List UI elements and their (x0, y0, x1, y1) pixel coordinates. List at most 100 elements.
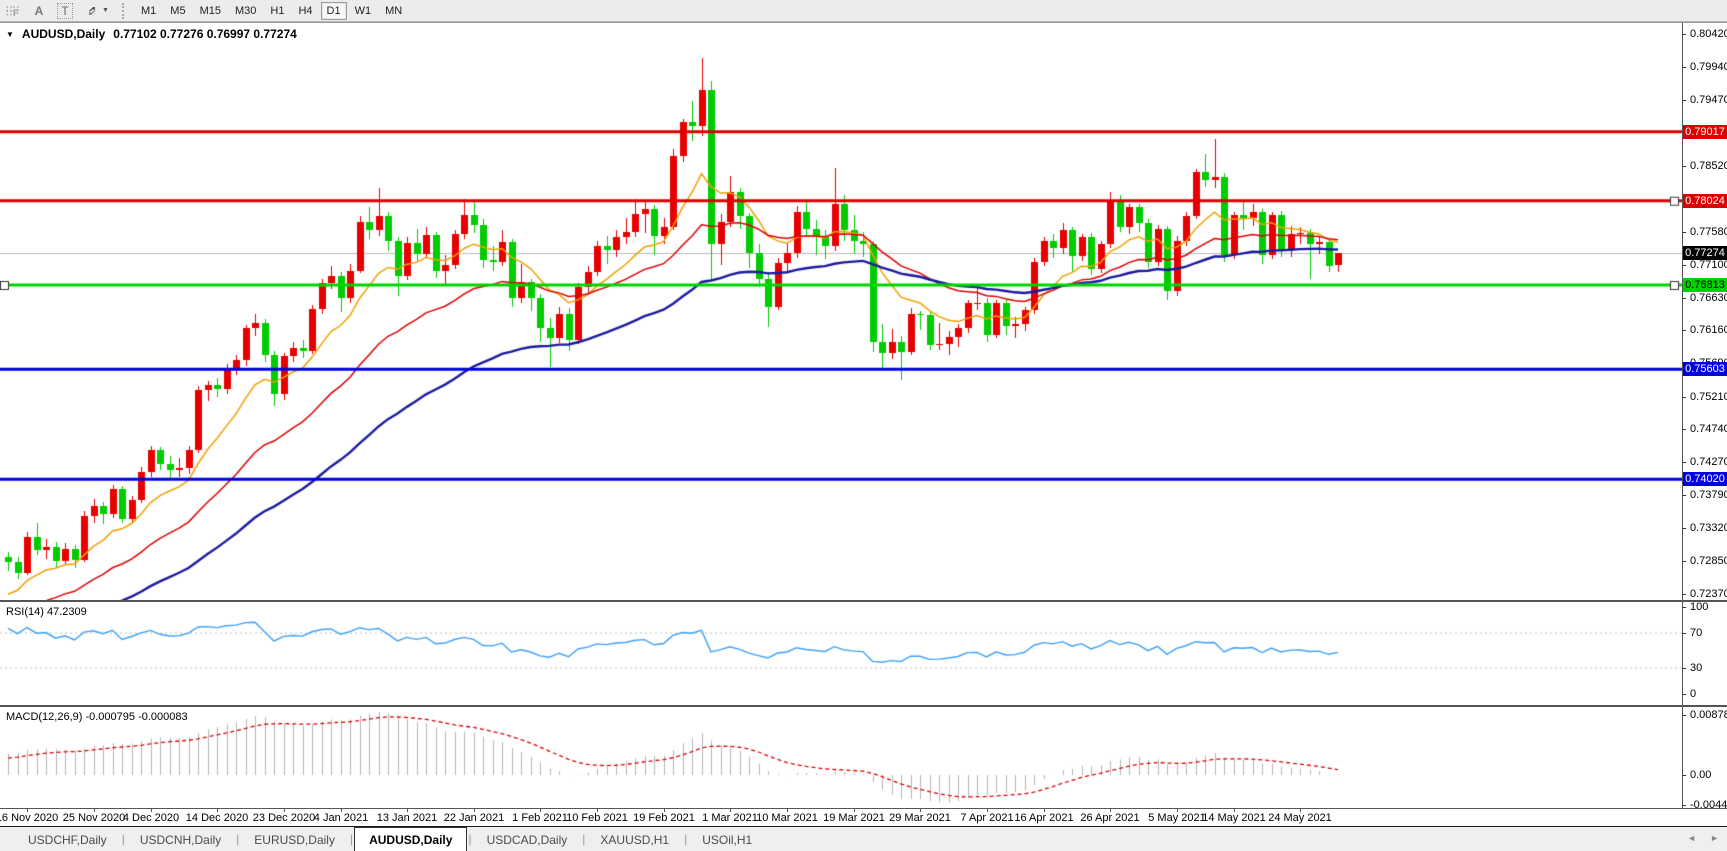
rsi-tick-label: 30 (1690, 662, 1703, 674)
scale-tick-mark (1682, 561, 1686, 562)
timeframe-button-m5[interactable]: M5 (164, 2, 191, 20)
chart-tab-usdchf[interactable]: USDCHF,Daily (14, 829, 121, 851)
timeframe-button-m30[interactable]: M30 (229, 2, 262, 20)
rsi-panel-canvas[interactable] (0, 602, 1682, 705)
symbol-label: AUDUSD,Daily (21, 27, 106, 41)
date-label: 23 Dec 2020 (252, 812, 316, 824)
rsi-tick-label: 100 (1690, 601, 1709, 613)
main-chart-canvas[interactable] (0, 23, 1682, 600)
scroll-left-icon[interactable]: ◄ (1687, 833, 1696, 843)
chart-tab-bar: USDCHF,Daily | USDCNH,Daily | EURUSD,Daily | A… (0, 826, 1727, 851)
scale-tick-mark (1682, 528, 1686, 529)
rsi-tick-label: 70 (1690, 627, 1703, 639)
rsi-tick-label: 0 (1690, 688, 1697, 700)
text-box-tool-button[interactable]: T (52, 1, 78, 21)
price-tick-label: 0.76160 (1690, 324, 1727, 336)
scale-tick-mark (1682, 34, 1686, 35)
chart-title: ▼ AUDUSD,Daily 0.77102 0.77276 0.76997 0… (6, 27, 297, 41)
price-tick-label: 0.73320 (1690, 522, 1727, 534)
ohlc-values: 0.77102 0.77276 0.76997 0.77274 (113, 27, 297, 41)
price-tick-label: 0.78520 (1690, 160, 1727, 172)
date-label: 14 Dec 2020 (185, 812, 249, 824)
chart-region: ▼ AUDUSD,Daily 0.77102 0.77276 0.76997 0… (0, 22, 1727, 827)
scale-tick-mark (1682, 715, 1686, 716)
price-tick-label: 0.74270 (1690, 456, 1727, 468)
price-tick-label: 0.80420 (1690, 28, 1727, 40)
letter-t-icon: T (57, 2, 73, 19)
date-label: 1 Mar 2021 (702, 812, 758, 824)
date-label: 4 Dec 2020 (122, 812, 180, 824)
timeframe-button-m1[interactable]: M1 (135, 2, 162, 20)
chart-tab-usoil[interactable]: USOil,H1 (688, 829, 766, 851)
timeframe-button-w1[interactable]: W1 (349, 2, 378, 20)
chevron-down-icon: ▼ (102, 7, 109, 14)
timeframe-button-h1[interactable]: H1 (264, 2, 290, 20)
price-tick-label: 0.73790 (1690, 489, 1727, 501)
level-price-badge: 0.78024 (1683, 194, 1727, 208)
date-label: 29 Mar 2021 (889, 812, 951, 824)
macd-tick-label: 0.00 (1690, 769, 1712, 781)
timeframe-button-d1[interactable]: D1 (320, 1, 347, 20)
chart-tab-usdcad[interactable]: USDCAD,Daily (473, 829, 582, 851)
scale-tick-mark (1682, 429, 1686, 430)
date-label: 1 Feb 2021 (512, 812, 568, 824)
chart-tab-eurusd[interactable]: EURUSD,Daily (240, 829, 349, 851)
level-price-badge: 0.74020 (1683, 472, 1727, 486)
date-label: 10 Mar 2021 (756, 812, 818, 824)
letter-a-icon: A (34, 3, 44, 18)
timeframe-button-group: M1 M5 M15 M30 H1 H4 D1 W1 MN (134, 1, 409, 20)
date-label: 4 Jan 2021 (313, 812, 369, 824)
text-label-tool-button[interactable]: A (26, 1, 52, 21)
macd-indicator-label: MACD(12,26,9) -0.000795 -0.000083 (6, 711, 188, 723)
toolbar-separator (122, 2, 130, 19)
scale-tick-mark (1682, 232, 1686, 233)
trading-terminal-window: ∷∷ ∷F A T ▼ M1 M5 M15 M30 H1 H4 D1 W1 MN ▼ AUDUSD… (0, 0, 1727, 851)
scale-tick-mark (1682, 265, 1686, 266)
tab-scroll-arrows: ◄ ► (1687, 833, 1719, 843)
timeframe-button-mn[interactable]: MN (379, 2, 408, 20)
price-tick-label: 0.79940 (1690, 61, 1727, 73)
scale-tick-mark (1682, 67, 1686, 68)
date-label: 19 Feb 2021 (633, 812, 695, 824)
chart-tab-audusd[interactable]: AUDUSD,Daily (354, 827, 468, 851)
chart-tab-xauusd[interactable]: XAUUSD,H1 (586, 829, 683, 851)
scale-tick-mark (1682, 495, 1686, 496)
price-tick-label: 0.75210 (1690, 391, 1727, 403)
scale-tick-mark (1682, 100, 1686, 101)
date-label: 24 May 2021 (1268, 812, 1332, 824)
scale-tick-mark (1682, 775, 1686, 776)
date-label: 16 Nov 2020 (0, 812, 59, 824)
level-price-badge: 0.79017 (1683, 125, 1727, 139)
scale-tick-mark (1682, 166, 1686, 167)
grid-f-icon: ∷∷ ∷F (6, 3, 20, 18)
level-price-badge: 0.75603 (1683, 362, 1727, 376)
date-label: 25 Nov 2020 (62, 812, 126, 824)
date-axis[interactable]: 16 Nov 2020 25 Nov 2020 4 Dec 2020 14 Dec 2… (0, 808, 1727, 827)
custom-indicator-button[interactable]: ∷∷ ∷F (0, 1, 26, 21)
toolbar: ∷∷ ∷F A T ▼ M1 M5 M15 M30 H1 H4 D1 W1 MN (0, 0, 1727, 22)
scale-tick-mark (1682, 805, 1686, 806)
chart-tab-usdcnh[interactable]: USDCNH,Daily (126, 829, 235, 851)
price-tick-label: 0.72370 (1690, 588, 1727, 600)
macd-tick-label: 0.008782 (1690, 709, 1727, 721)
scroll-right-icon[interactable]: ► (1710, 833, 1719, 843)
timeframe-button-m15[interactable]: M15 (194, 2, 227, 20)
date-label: 7 Apr 2021 (960, 812, 1014, 824)
diagonal-arrows-icon (86, 5, 99, 16)
price-tick-label: 0.72850 (1690, 555, 1727, 567)
scale-tick-mark (1682, 397, 1686, 398)
price-scale-border (1682, 23, 1683, 827)
date-label: 22 Jan 2021 (443, 812, 505, 824)
timeframe-button-h4[interactable]: H4 (292, 2, 318, 20)
date-label: 19 Mar 2021 (823, 812, 885, 824)
date-label: 16 Apr 2021 (1014, 812, 1074, 824)
cursor-mode-button[interactable]: ▼ (78, 1, 116, 21)
scale-tick-mark (1682, 594, 1686, 595)
current-price-badge: 0.77274 (1683, 246, 1727, 260)
scale-tick-mark (1682, 298, 1686, 299)
scale-tick-mark (1682, 462, 1686, 463)
scale-tick-mark (1682, 330, 1686, 331)
macd-panel-canvas[interactable] (0, 707, 1682, 808)
price-tick-label: 0.77580 (1690, 226, 1727, 238)
date-label: 14 May 2021 (1202, 812, 1266, 824)
